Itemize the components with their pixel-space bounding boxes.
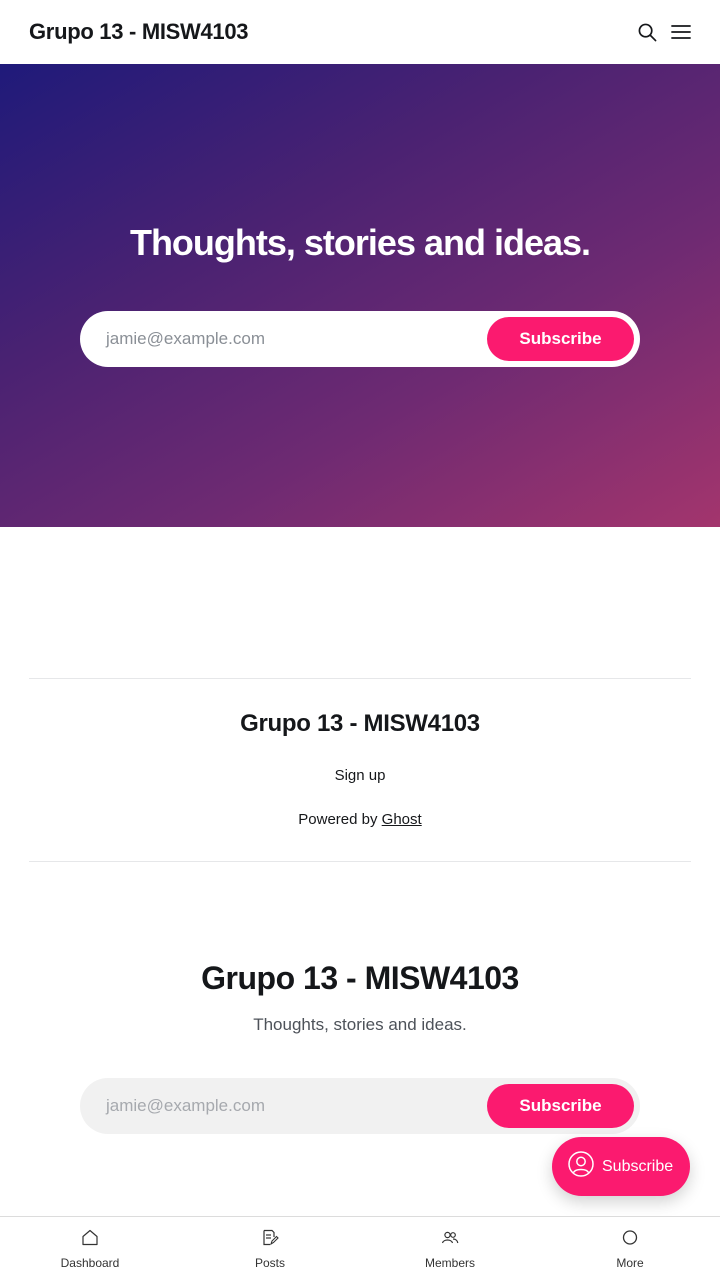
footer-site-title: Grupo 13 - MISW4103 [240, 710, 480, 737]
user-circle-icon [568, 1151, 594, 1182]
hero-email-input[interactable]: jamie@example.com [106, 311, 265, 367]
hero-subscribe-button[interactable]: Subscribe [487, 317, 634, 361]
nav-label-members: Members [424, 1255, 475, 1270]
search-icon[interactable] [637, 22, 657, 42]
nav-label-dashboard: Dashboard [60, 1255, 120, 1270]
portal-subscribe-label: Subscribe [602, 1157, 674, 1175]
site-header: Grupo 13 - MISW4103 [0, 0, 720, 64]
members-icon [441, 1229, 459, 1251]
footer-divider-top [29, 678, 691, 679]
cta-description: Thoughts, stories and ideas. [253, 1015, 467, 1034]
cta-subscribe-form: jamie@example.com Subscribe [80, 1078, 640, 1134]
footer-divider-bottom [29, 861, 691, 862]
nav-label-posts: Posts [254, 1255, 285, 1270]
ghost-link[interactable]: Ghost [382, 811, 422, 828]
bottom-nav: Dashboard Posts Members More [0, 1216, 720, 1280]
cta-title: Grupo 13 - MISW4103 [201, 960, 519, 996]
nav-item-more[interactable]: More [540, 1217, 720, 1280]
hero-title: Thoughts, stories and ideas. [129, 222, 591, 263]
site-title[interactable]: Grupo 13 - MISW4103 [29, 19, 249, 45]
signup-link[interactable]: Sign up [0, 767, 720, 784]
hero-section: Thoughts, stories and ideas. jamie@examp… [0, 64, 720, 527]
more-icon [621, 1229, 639, 1251]
header-icons [637, 22, 691, 42]
portal-subscribe-button[interactable]: Subscribe [552, 1137, 690, 1196]
home-icon [81, 1229, 99, 1251]
powered-by: Powered by Ghost [0, 811, 720, 828]
powered-by-text: Powered by [298, 811, 382, 828]
nav-label-more: More [616, 1255, 644, 1270]
posts-icon [261, 1229, 279, 1251]
hero-subscribe-form: jamie@example.com Subscribe [80, 311, 640, 367]
nav-item-members[interactable]: Members [360, 1217, 540, 1280]
cta-subscribe-button[interactable]: Subscribe [487, 1084, 634, 1128]
nav-item-dashboard[interactable]: Dashboard [0, 1217, 180, 1280]
nav-item-posts[interactable]: Posts [180, 1217, 360, 1280]
menu-icon[interactable] [671, 22, 691, 42]
cta-email-input[interactable]: jamie@example.com [106, 1078, 265, 1134]
